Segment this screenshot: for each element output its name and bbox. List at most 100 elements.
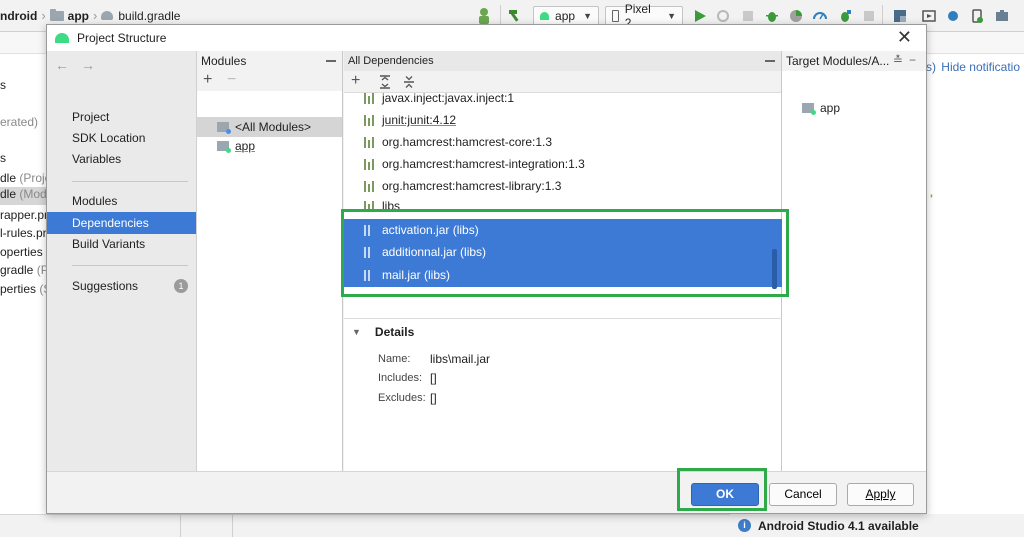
dependency-item[interactable]: junit:junit:4.12 [344, 109, 782, 131]
target-modules-header-label: Target Modules/A... [786, 54, 890, 68]
apply-code-changes-icon[interactable] [741, 9, 755, 23]
add-module-icon[interactable]: + [203, 72, 212, 88]
dependency-item[interactable]: org.hamcrest:hamcrest-core:1.3 [344, 131, 782, 153]
close-icon[interactable]: ✕ [897, 28, 912, 46]
nav-item-build-variants[interactable]: Build Variants [47, 233, 196, 255]
sdk-manager-icon[interactable] [970, 9, 984, 23]
tree-item[interactable]: s [0, 78, 6, 92]
update-notification[interactable]: i Android Studio 4.1 available [730, 514, 1024, 537]
chevron-right-icon: › [41, 8, 46, 23]
breadcrumb-project[interactable]: ndroid [0, 9, 37, 23]
avd-manager-icon[interactable] [946, 9, 960, 23]
library-icon [364, 180, 376, 192]
nav-item-suggestions[interactable]: Suggestions 1 [47, 275, 196, 297]
collapse-pane-icon[interactable] [326, 60, 336, 62]
pin-icon[interactable]: ≛ [893, 53, 909, 67]
includes-value[interactable]: [] [430, 371, 437, 385]
nav-item-suggestions-label: Suggestions [72, 279, 139, 293]
library-icon [364, 158, 376, 170]
tree-item[interactable]: erated) [0, 115, 38, 129]
collapse-pane-icon[interactable]: − [909, 53, 922, 67]
sync-icon[interactable] [922, 9, 936, 23]
module-item-all[interactable]: <All Modules> [197, 117, 342, 137]
breadcrumb-module[interactable]: app [68, 9, 89, 23]
stop-icon[interactable] [862, 9, 876, 23]
forward-arrow-icon[interactable]: → [81, 57, 107, 73]
remove-module-icon[interactable]: − [227, 72, 236, 88]
chevron-down-icon: ▼ [667, 11, 676, 21]
collapse-triangle-icon[interactable]: ▼ [352, 327, 361, 337]
dependency-label: org.hamcrest:hamcrest-library:1.3 [382, 179, 562, 193]
add-dependency-icon[interactable]: + [351, 73, 360, 89]
tree-item[interactable]: rapper.pro [0, 208, 46, 222]
run-config-label: app [555, 9, 576, 23]
details-header[interactable]: ▼ Details [352, 325, 414, 339]
apply-button[interactable]: Apply [847, 483, 914, 506]
excludes-value[interactable]: [] [430, 391, 437, 405]
tree-item[interactable]: operties ( [0, 245, 46, 259]
chevron-right-icon: › [93, 8, 98, 23]
target-modules-pane: Target Modules/A... ≛− app [782, 51, 926, 471]
apply-changes-icon[interactable] [716, 9, 730, 23]
attach-debugger-icon[interactable] [838, 9, 852, 23]
device-select[interactable]: Pixel 2 ▼ [605, 2, 683, 30]
cancel-button[interactable]: Cancel [769, 483, 837, 506]
hammer-icon[interactable] [508, 8, 522, 22]
dependency-item[interactable]: org.hamcrest:hamcrest-integration:1.3 [344, 153, 782, 175]
profiler-icon[interactable] [813, 9, 827, 23]
project-structure-icon[interactable] [893, 9, 907, 23]
modules-header: Modules [197, 51, 342, 71]
library-icon [364, 93, 376, 104]
android-icon [540, 12, 550, 20]
target-module-label: app [820, 101, 841, 115]
excludes-label: Excludes: [378, 392, 426, 404]
module-item-label: <All Modules> [235, 120, 312, 134]
phone-icon [612, 10, 619, 22]
name-label: Name: [378, 353, 411, 365]
highlight-box-selected-jars [341, 209, 789, 297]
collapse-all-icon[interactable] [403, 75, 415, 89]
dependency-item[interactable]: javax.inject:javax.inject:1 [344, 93, 782, 109]
nav-item-dependencies[interactable]: Dependencies [47, 212, 196, 234]
module-item-app[interactable]: app [217, 136, 255, 156]
module-folder-icon [802, 103, 816, 115]
breadcrumb: ndroid › app › build.gradle [0, 8, 180, 23]
all-modules-icon [217, 122, 231, 134]
details-header-label: Details [374, 325, 415, 339]
run-icon[interactable] [693, 9, 707, 23]
back-arrow-icon[interactable]: ← [55, 57, 81, 73]
suggestions-count-badge: 1 [174, 279, 188, 293]
tree-item[interactable]: dle (Projec [0, 171, 46, 185]
name-value: libs\mail.jar [430, 352, 491, 366]
run-config-select[interactable]: app ▼ [533, 6, 599, 26]
debug-icon[interactable] [765, 9, 779, 23]
hide-notifications-link[interactable]: Hide notificatio [941, 60, 1020, 74]
tree-item[interactable]: gradle (Pro [0, 263, 46, 277]
library-icon [364, 136, 376, 148]
nav-item-modules[interactable]: Modules [47, 190, 196, 212]
android-profile-icon[interactable] [477, 7, 491, 25]
nav-item-project[interactable]: Project [47, 106, 196, 128]
project-tree: s erated) s dle (Projec dle (Modu rapper… [0, 54, 46, 537]
tree-item[interactable]: perties (SD [0, 282, 46, 296]
dependency-label: junit:junit:4.12 [382, 113, 457, 127]
device-manager-icon[interactable] [995, 9, 1009, 23]
collapse-pane-icon[interactable] [765, 60, 775, 62]
update-notification-text: Android Studio 4.1 available [758, 518, 919, 533]
dependency-item[interactable]: org.hamcrest:hamcrest-library:1.3 [344, 175, 782, 197]
nav-pane: ←→ Project SDK Location Variables Module… [47, 51, 197, 471]
tree-item-selected[interactable]: dle (Modu [0, 187, 46, 205]
target-module-app[interactable]: app [802, 98, 840, 118]
nav-item-variables[interactable]: Variables [47, 148, 196, 170]
tree-item[interactable]: s [0, 151, 6, 165]
dialog-titlebar[interactable]: Project Structure ✕ [47, 25, 926, 51]
notification-link-fragment[interactable]: s) [926, 60, 936, 74]
expand-all-icon[interactable] [379, 75, 391, 89]
breadcrumb-file[interactable]: build.gradle [118, 9, 180, 23]
coverage-icon[interactable] [789, 9, 803, 23]
includes-label: Includes: [378, 372, 423, 384]
chevron-down-icon: ▼ [583, 11, 592, 21]
nav-history: ←→ [55, 57, 107, 73]
nav-item-sdk-location[interactable]: SDK Location [47, 127, 196, 149]
tree-item[interactable]: l-rules.pro [0, 226, 46, 240]
